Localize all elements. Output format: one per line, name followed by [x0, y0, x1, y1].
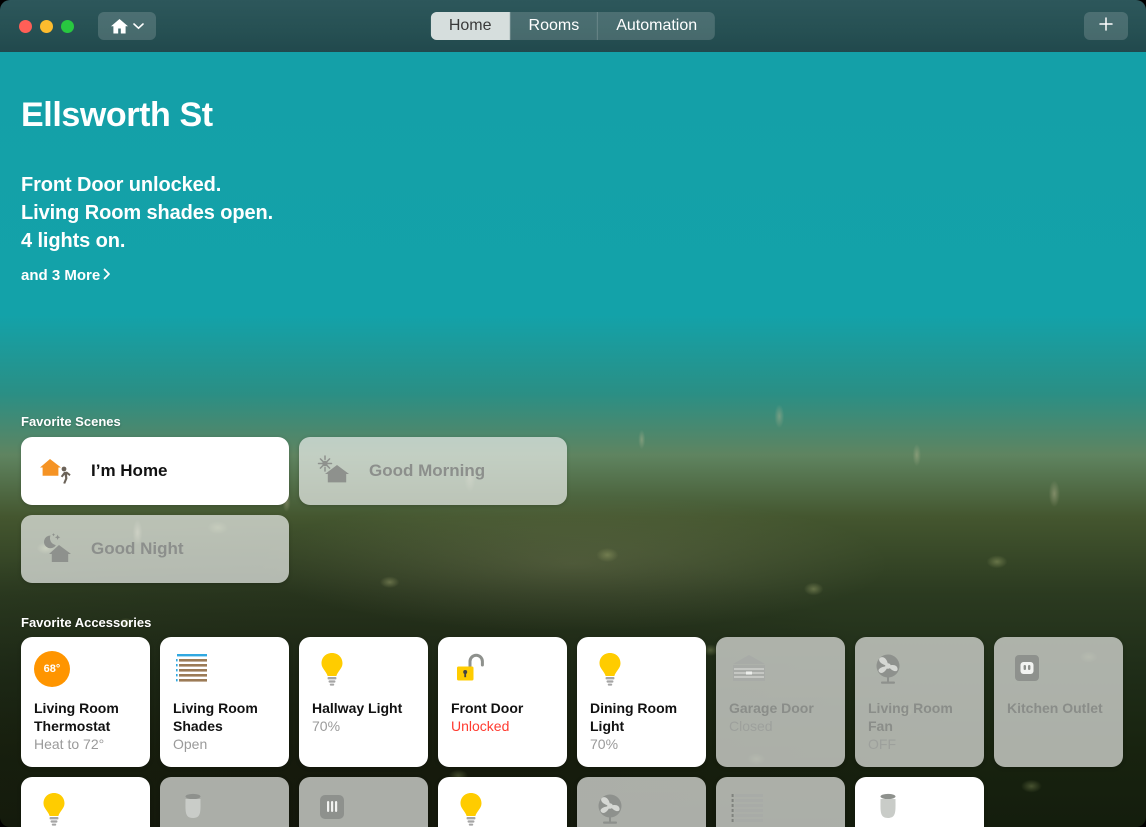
scene-name: Good Night [91, 539, 184, 558]
accessory-tile-dining-room-light[interactable]: Dining Room Light 70% [577, 637, 706, 767]
house-sun-icon [317, 454, 351, 488]
zoom-button[interactable] [61, 19, 74, 33]
fan-icon [590, 791, 693, 827]
house-person-icon [39, 454, 73, 488]
accessory-tile-bedroom-fan[interactable]: Bedroom Fan [577, 777, 706, 827]
chevron-right-icon [103, 267, 111, 284]
status-line: 4 lights on. [21, 230, 126, 252]
titlebar: Home Rooms Automation [0, 0, 1146, 52]
garage-door-icon [729, 651, 832, 691]
accessory-tile-garage-door[interactable]: Garage Door Closed [716, 637, 845, 767]
homepod-icon [173, 791, 276, 827]
accessory-status: Heat to 72° [34, 736, 105, 752]
home-selector-button[interactable] [98, 12, 156, 40]
favorite-scenes-heading: Favorite Scenes [21, 414, 121, 429]
scene-name: Good Morning [369, 461, 486, 480]
accessory-name: Living Room Fan [868, 700, 953, 734]
lightbulb-icon [451, 791, 554, 827]
accessory-tile-living-room-homepod[interactable]: Living Room HomePod [855, 777, 984, 827]
tab-home[interactable]: Home [430, 12, 510, 40]
lock-open-icon [451, 651, 554, 691]
minimize-button[interactable] [40, 19, 53, 33]
scene-tile-good-night[interactable]: Good Night [21, 515, 289, 583]
lightbulb-icon [312, 651, 415, 691]
tab-automation[interactable]: Automation [597, 12, 715, 40]
accessory-tile-living-room-thermostat[interactable]: 68° Living Room Thermostat Heat to 72° [21, 637, 150, 767]
accessory-tile-kitchen-light[interactable]: Kitchen Light [21, 777, 150, 827]
close-button[interactable] [19, 19, 32, 33]
accessory-name: Living Room Thermostat [34, 700, 119, 734]
homepod-icon [868, 791, 971, 827]
shades-open-icon [173, 651, 276, 691]
page-title: Ellsworth St [21, 96, 213, 134]
shades-closed-icon [729, 791, 832, 827]
accessory-name: Living Room Shades [173, 700, 258, 734]
accessory-name: Garage Door [729, 700, 814, 716]
accessory-tile-living-room-shades[interactable]: Living Room Shades Open [160, 637, 289, 767]
scene-name: I’m Home [91, 461, 168, 480]
thermostat-temperature-badge: 68° [34, 651, 70, 687]
accessory-status: Unlocked [451, 718, 510, 734]
home-content-area: Ellsworth St Front Door unlocked. Living… [0, 52, 1146, 827]
accessory-name: Front Door [451, 700, 524, 716]
and-more-label: and 3 More [21, 267, 101, 284]
accessory-tile-master-bedroom-homepod[interactable]: Master Bed… HomePod [160, 777, 289, 827]
thermostat-icon: 68° [34, 651, 137, 691]
plus-icon [1098, 16, 1114, 37]
home-app-window: Home Rooms Automation Ellsworth St Front… [0, 0, 1146, 827]
accessory-tile-bedroom-shades[interactable]: Bedroom Shades [716, 777, 845, 827]
accessory-status: Open [173, 736, 208, 752]
accessory-status: OFF [868, 736, 896, 752]
tab-rooms[interactable]: Rooms [509, 12, 598, 40]
accessory-tile-kitchen-outlet[interactable]: Kitchen Outlet [994, 637, 1123, 767]
accessory-tile-hallway-light[interactable]: Hallway Light 70% [299, 637, 428, 767]
accessory-status: 70% [590, 736, 619, 752]
chevron-down-icon [133, 22, 144, 30]
status-line: Living Room shades open. [21, 202, 274, 224]
accessory-status: Closed [729, 718, 773, 734]
house-icon [110, 18, 129, 35]
scene-tile-im-home[interactable]: I’m Home [21, 437, 289, 505]
accessory-name: Hallway Light [312, 700, 403, 716]
favorite-accessories-grid: 68° Living Room Thermostat Heat to 72° L… [21, 637, 1125, 827]
view-tabs: Home Rooms Automation [430, 12, 716, 40]
smoke-detector-icon [312, 791, 415, 827]
add-button[interactable] [1084, 12, 1128, 40]
favorite-scenes-grid: I’m Home Good Morning Good Night [21, 437, 567, 583]
status-line: Front Door unlocked. [21, 174, 222, 196]
house-moon-icon [39, 532, 73, 566]
accessory-status: 70% [312, 718, 341, 734]
accessory-name: Dining Room Light [590, 700, 678, 734]
accessory-tile-living-room-fan[interactable]: Living Room Fan OFF [855, 637, 984, 767]
accessory-name: Kitchen Outlet [1007, 700, 1103, 716]
and-more-link[interactable]: and 3 More [21, 267, 273, 284]
home-header: Ellsworth St Front Door unlocked. Living… [21, 96, 273, 284]
traffic-light-controls [19, 19, 74, 33]
accessory-tile-living-room-smoke-detector[interactable]: Living Room Smoke Det… [299, 777, 428, 827]
scene-tile-good-morning[interactable]: Good Morning [299, 437, 567, 505]
accessory-tile-front-door[interactable]: Front Door Unlocked [438, 637, 567, 767]
accessory-tile-bedroom-light[interactable]: Bedroom Light [438, 777, 567, 827]
outlet-icon [1007, 651, 1110, 691]
fan-icon [868, 651, 971, 691]
lightbulb-icon [590, 651, 693, 691]
home-status-summary: Front Door unlocked. Living Room shades … [21, 171, 273, 255]
favorite-accessories-heading: Favorite Accessories [21, 615, 152, 630]
lightbulb-icon [34, 791, 137, 827]
